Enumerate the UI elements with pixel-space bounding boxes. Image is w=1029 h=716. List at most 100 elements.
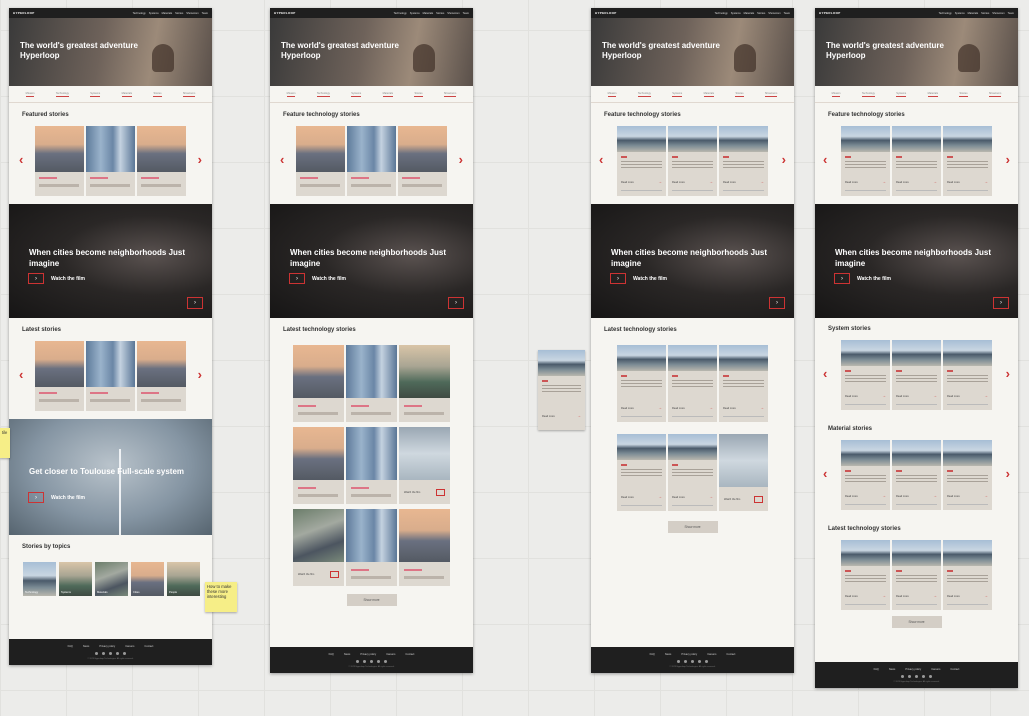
social-icon[interactable]: [908, 675, 911, 678]
next-button[interactable]: ›: [448, 297, 464, 309]
read-more-link[interactable]: Read more: [845, 495, 858, 498]
video-card[interactable]: Watch the film: [719, 434, 768, 511]
topic-tile[interactable]: Systems: [59, 562, 92, 596]
subnav-item[interactable]: Systems: [351, 92, 362, 97]
story-card[interactable]: Read more →: [617, 434, 666, 511]
nav-link-stories[interactable]: Stories: [757, 12, 765, 15]
read-more-link[interactable]: Read more: [896, 595, 909, 598]
social-icon[interactable]: [384, 660, 387, 663]
story-card[interactable]: [86, 126, 135, 196]
nav-link-materials[interactable]: Materials: [423, 12, 434, 15]
story-card[interactable]: [293, 345, 344, 422]
logo[interactable]: HYPERLOOP: [819, 11, 841, 15]
story-card[interactable]: Read more →: [943, 440, 992, 510]
footer-link[interactable]: FAQ: [874, 668, 879, 671]
video-card[interactable]: Watch the film: [293, 509, 344, 586]
footer-link[interactable]: Privacy policy: [905, 668, 921, 671]
watch-film-link[interactable]: › Watch the film: [28, 273, 85, 284]
logo[interactable]: HYPERLOOP: [13, 11, 35, 15]
social-icon[interactable]: [370, 660, 373, 663]
social-icon[interactable]: [95, 652, 98, 655]
topic-tile[interactable]: Technology: [23, 562, 56, 596]
footer-link[interactable]: FAQ: [650, 653, 655, 656]
nav-link-systems[interactable]: Systems: [410, 12, 420, 15]
story-card[interactable]: Read more →: [841, 340, 890, 410]
chevron-left-icon[interactable]: ‹: [823, 466, 827, 481]
subnav-item[interactable]: Stories: [735, 92, 744, 97]
story-card[interactable]: Read more →: [943, 540, 992, 610]
subnav-item[interactable]: Stories: [414, 92, 423, 97]
read-more-link[interactable]: Read more: [947, 395, 960, 398]
story-card[interactable]: [399, 345, 450, 422]
read-more-link[interactable]: Read more: [621, 407, 634, 410]
footer-link[interactable]: Careers: [931, 668, 940, 671]
footer-link[interactable]: Privacy policy: [99, 645, 115, 648]
nav-link-stories[interactable]: Stories: [175, 12, 183, 15]
nav-link-technology[interactable]: Technology: [939, 12, 952, 15]
nav-link-showroom[interactable]: Showroom: [186, 12, 198, 15]
subnav-item[interactable]: Technology: [861, 92, 875, 97]
nav-link-team[interactable]: Team: [784, 12, 790, 15]
read-more-link[interactable]: Read more: [896, 495, 909, 498]
nav-link-team[interactable]: Team: [202, 12, 208, 15]
social-icon[interactable]: [677, 660, 680, 663]
social-icon[interactable]: [116, 652, 119, 655]
read-more-link[interactable]: Read more: [542, 415, 555, 418]
read-more-link[interactable]: Read more: [621, 181, 634, 184]
nav-link-showroom[interactable]: Showroom: [768, 12, 780, 15]
story-card[interactable]: [399, 509, 450, 586]
story-card[interactable]: Read more →: [892, 126, 941, 196]
topic-tile[interactable]: People: [167, 562, 200, 596]
story-card[interactable]: Read more →: [668, 126, 717, 196]
subnav-item[interactable]: Showroom: [443, 92, 457, 97]
read-more-link[interactable]: Read more: [672, 181, 685, 184]
nav-link-systems[interactable]: Systems: [731, 12, 741, 15]
footer-link[interactable]: Privacy policy: [681, 653, 697, 656]
footer-link[interactable]: FAQ: [68, 645, 73, 648]
story-card[interactable]: Read more →: [841, 540, 890, 610]
footer-link[interactable]: News: [889, 668, 896, 671]
chevron-left-icon[interactable]: ‹: [599, 152, 603, 167]
subnav-item[interactable]: Stories: [959, 92, 968, 97]
subnav-item[interactable]: Materials: [382, 92, 394, 97]
story-card[interactable]: Read more →: [719, 345, 768, 422]
footer-link[interactable]: Contact: [405, 653, 414, 656]
show-more-button[interactable]: Show more: [346, 594, 397, 606]
show-more-button[interactable]: Show more: [667, 521, 718, 533]
subnav-item[interactable]: Mission: [25, 92, 35, 97]
footer-link[interactable]: Careers: [707, 653, 716, 656]
social-icon[interactable]: [356, 660, 359, 663]
read-more-link[interactable]: Read more: [947, 595, 960, 598]
sticky-note[interactable]: How to make these more interesting: [205, 582, 237, 612]
artboard-technology-v3[interactable]: HYPERLOOP Technology Systems Materials S…: [815, 8, 1018, 688]
story-card[interactable]: [346, 427, 397, 504]
subnav-item[interactable]: Mission: [831, 92, 841, 97]
subnav-item[interactable]: Mission: [607, 92, 617, 97]
artboard-technology[interactable]: HYPERLOOP Technology Systems Materials S…: [270, 8, 473, 673]
nav-link-stories[interactable]: Stories: [436, 12, 444, 15]
social-icon[interactable]: [915, 675, 918, 678]
read-more-link[interactable]: Read more: [845, 181, 858, 184]
story-card[interactable]: Read more →: [892, 340, 941, 410]
story-card[interactable]: [35, 126, 84, 196]
nav-link-materials[interactable]: Materials: [744, 12, 755, 15]
subnav-item[interactable]: Systems: [896, 92, 907, 97]
nav-link-systems[interactable]: Systems: [955, 12, 965, 15]
read-more-link[interactable]: Read more: [845, 595, 858, 598]
read-more-link[interactable]: Read more: [723, 407, 736, 410]
story-card[interactable]: [35, 341, 84, 411]
nav-link-team[interactable]: Team: [463, 12, 469, 15]
subnav-item[interactable]: Mission: [286, 92, 296, 97]
read-more-link[interactable]: Read more: [845, 395, 858, 398]
chevron-left-icon[interactable]: ‹: [19, 367, 23, 382]
social-icon[interactable]: [684, 660, 687, 663]
story-card[interactable]: [293, 427, 344, 504]
footer-link[interactable]: Contact: [950, 668, 959, 671]
artboard-home[interactable]: HYPERLOOP Technology Systems Materials S…: [9, 8, 212, 665]
social-icon[interactable]: [929, 675, 932, 678]
artboard-technology-v2[interactable]: HYPERLOOP Technology Systems Materials S…: [591, 8, 794, 673]
watch-film-link[interactable]: › Watch the film: [834, 273, 891, 284]
story-card[interactable]: [137, 126, 186, 196]
chevron-left-icon[interactable]: ‹: [823, 366, 827, 381]
subnav-item[interactable]: Technology: [637, 92, 651, 97]
